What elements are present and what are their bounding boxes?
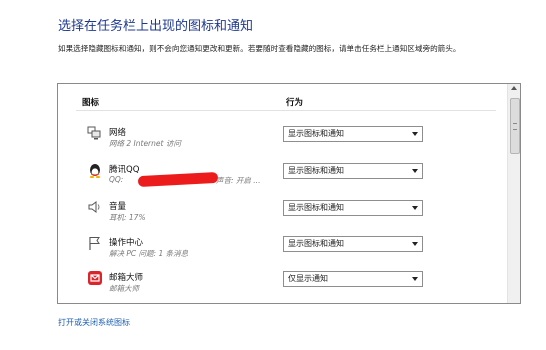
list-item-mail-master: 邮箱大师 邮箱大师 仅显示通知 xyxy=(58,269,506,303)
chevron-down-icon xyxy=(412,169,418,173)
dropdown-value: 显示图标和通知 xyxy=(288,129,344,138)
item-status: 邮箱大师 xyxy=(109,284,139,293)
page-description: 如果选择隐藏图标和通知，则不会向您通知更改和更新。若要随时查看隐藏的图标，请单击… xyxy=(58,44,461,53)
qq-penguin-icon xyxy=(86,161,104,179)
behavior-dropdown-volume[interactable]: 显示图标和通知 xyxy=(283,200,423,216)
item-name: 操作中心 xyxy=(109,238,144,248)
dropdown-value: 显示图标和通知 xyxy=(288,166,344,175)
behavior-dropdown-network[interactable]: 显示图标和通知 xyxy=(283,126,423,142)
behavior-dropdown-qq[interactable]: 显示图标和通知 xyxy=(283,163,423,179)
system-icons-link[interactable]: 打开或关闭系统图标 xyxy=(58,317,130,328)
header-divider xyxy=(76,110,496,111)
chevron-down-icon xyxy=(412,132,418,136)
list-item-action-center: 操作中心 解决 PC 问题: 1 条消息 显示图标和通知 xyxy=(58,234,506,270)
chevron-down-icon xyxy=(412,277,418,281)
page-title: 选择在任务栏上出现的图标和通知 xyxy=(58,19,254,34)
scroll-up-arrow-icon[interactable] xyxy=(511,86,517,90)
dropdown-value: 仅显示通知 xyxy=(288,274,328,283)
behavior-dropdown-mail-master[interactable]: 仅显示通知 xyxy=(283,271,423,287)
item-name: 网络 xyxy=(109,128,127,138)
dropdown-value: 显示图标和通知 xyxy=(288,239,344,248)
chevron-down-icon xyxy=(412,206,418,210)
mail-master-icon xyxy=(86,269,104,287)
grip-icon xyxy=(513,123,517,130)
redaction-mark xyxy=(137,171,219,188)
speaker-icon xyxy=(86,198,104,216)
item-status: 网络 2 Internet 访问 xyxy=(109,139,181,148)
item-status: 耳机: 17% xyxy=(109,213,146,222)
list-item-qq: 腾讯QQ QQ: 声音: 开启 ... 显示图标和通知 xyxy=(58,161,506,197)
list-item-volume: 音量 耳机: 17% 显示图标和通知 xyxy=(58,198,506,234)
column-header-icon: 图标 xyxy=(82,98,100,108)
list-item-network: 网络 网络 2 Internet 访问 显示图标和通知 xyxy=(58,124,506,160)
scrollbar-thumb[interactable] xyxy=(510,98,520,154)
vertical-scrollbar[interactable] xyxy=(507,84,520,303)
item-name: 腾讯QQ xyxy=(109,165,140,175)
item-name: 邮箱大师 xyxy=(109,273,144,283)
dropdown-value: 显示图标和通知 xyxy=(288,203,344,212)
chevron-down-icon xyxy=(412,242,418,246)
item-status-extra: 声音: 开启 ... xyxy=(216,176,261,185)
item-status: 解决 PC 问题: 1 条消息 xyxy=(109,249,189,258)
notification-icons-list: 图标 行为 网络 网络 2 Internet 访问 显示图标和通知 腾讯QQ Q… xyxy=(57,83,521,304)
item-status: QQ: xyxy=(109,175,124,184)
network-icon xyxy=(86,124,104,142)
item-name: 音量 xyxy=(109,202,127,212)
behavior-dropdown-action-center[interactable]: 显示图标和通知 xyxy=(283,236,423,252)
column-header-action: 行为 xyxy=(286,98,304,108)
flag-icon xyxy=(86,234,104,252)
